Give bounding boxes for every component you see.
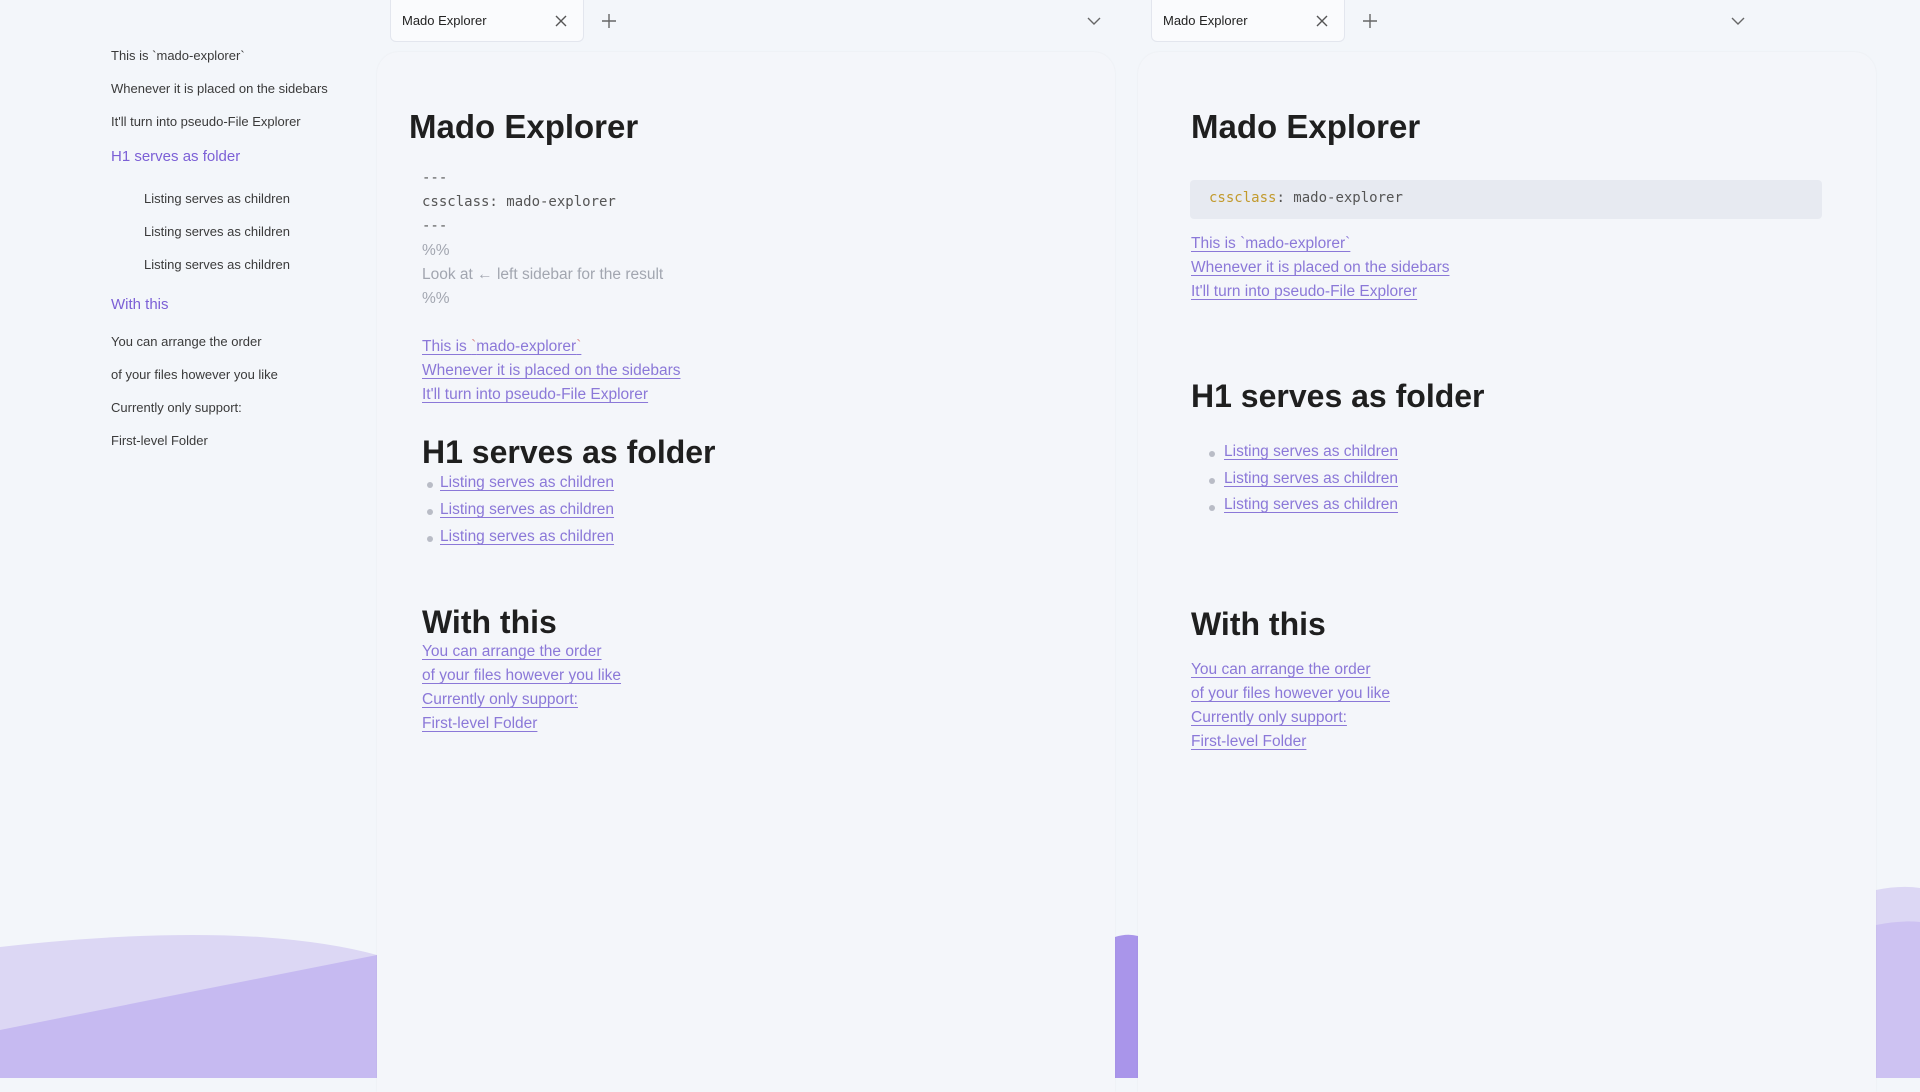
with-link[interactable]: First-level Folder [1191, 733, 1306, 750]
intro-link[interactable]: It'll turn into pseudo-File Explorer [1191, 283, 1417, 300]
code-key: cssclass [1209, 190, 1277, 206]
with-link[interactable]: First-level Folder [422, 715, 537, 732]
comment-line[interactable]: %% [422, 242, 450, 260]
comment-line[interactable]: Look at ← left sidebar for the result [422, 266, 663, 284]
code-value: mado-explorer [1293, 190, 1403, 206]
outline-item[interactable]: of your files however you like [111, 367, 278, 382]
intro-link[interactable]: Whenever it is placed on the sidebars [1191, 259, 1449, 276]
outline-item[interactable]: This is `mado-explorer` [111, 48, 245, 63]
bullet-icon [427, 536, 433, 542]
frontmatter-line[interactable]: cssclass: mado-explorer [422, 194, 616, 210]
bullet-icon [1209, 478, 1215, 484]
close-icon[interactable] [553, 13, 569, 29]
comment-line[interactable]: %% [422, 290, 450, 308]
outline-item[interactable]: First-level Folder [111, 433, 208, 448]
bullet-icon [1209, 505, 1215, 511]
with-link[interactable]: of your files however you like [422, 667, 621, 684]
intro-link[interactable]: This is `mado-explorer` [422, 338, 581, 356]
child-link[interactable]: Listing serves as children [440, 528, 614, 545]
editor-pane[interactable]: Mado Explorer --- cssclass: mado-explore… [377, 52, 1115, 1092]
bullet-icon [1209, 451, 1215, 457]
backtick: ` [576, 338, 582, 355]
preview-pane[interactable]: Mado Explorer cssclass: mado-explorer Th… [1138, 52, 1876, 1092]
outline-heading[interactable]: With this [111, 296, 169, 313]
outline-item[interactable]: You can arrange the order [111, 334, 262, 349]
folder-heading: H1 serves as folder [1191, 378, 1485, 414]
tab-mado-explorer-right[interactable]: Mado Explorer [1151, 0, 1345, 42]
with-heading[interactable]: With this [422, 604, 557, 641]
code-sep: : [1276, 190, 1294, 206]
outline-child-item[interactable]: Listing serves as children [144, 191, 290, 206]
outline-item[interactable]: Currently only support: [111, 400, 242, 415]
with-link[interactable]: Currently only support: [1191, 709, 1347, 726]
outline-item[interactable]: Whenever it is placed on the sidebars [111, 81, 328, 96]
intro-link-text[interactable]: This is `mado-explorer` [422, 338, 581, 355]
child-link[interactable]: Listing serves as children [440, 474, 614, 491]
child-link[interactable]: Listing serves as children [1224, 470, 1398, 487]
note-title: Mado Explorer [1191, 108, 1421, 145]
tab-title: Mado Explorer [1163, 13, 1248, 28]
code-block[interactable]: cssclass: mado-explorer [1190, 180, 1822, 219]
link-prefix: This is [422, 338, 472, 355]
frontmatter-line[interactable]: --- [422, 170, 447, 186]
tab-mado-explorer-left[interactable]: Mado Explorer [390, 0, 584, 42]
intro-link[interactable]: Whenever it is placed on the sidebars [422, 362, 680, 379]
wave-right-mid [1876, 921, 1920, 1078]
frontmatter-line[interactable]: --- [422, 218, 447, 234]
chevron-down-icon[interactable] [1086, 14, 1102, 28]
intro-link[interactable]: This is `mado-explorer` [1191, 235, 1350, 252]
outline-child-item[interactable]: Listing serves as children [144, 224, 290, 239]
wave-gap-dark [1115, 934, 1138, 1078]
chevron-down-icon[interactable] [1730, 14, 1746, 28]
tab-title: Mado Explorer [402, 13, 487, 28]
close-icon[interactable] [1314, 13, 1330, 29]
with-heading: With this [1191, 606, 1326, 642]
link-code: mado-explorer [476, 338, 577, 355]
outline-heading[interactable]: H1 serves as folder [111, 148, 240, 165]
note-title[interactable]: Mado Explorer [409, 108, 638, 146]
plus-icon[interactable] [600, 12, 618, 30]
with-link[interactable]: You can arrange the order [1191, 661, 1371, 678]
child-link[interactable]: Listing serves as children [1224, 496, 1398, 513]
child-link[interactable]: Listing serves as children [440, 501, 614, 518]
outline-child-item[interactable]: Listing serves as children [144, 257, 290, 272]
intro-link[interactable]: It'll turn into pseudo-File Explorer [422, 386, 648, 403]
outline-item[interactable]: It'll turn into pseudo-File Explorer [111, 114, 301, 129]
bullet-icon [427, 482, 433, 488]
folder-heading[interactable]: H1 serves as folder [422, 434, 716, 471]
child-link[interactable]: Listing serves as children [1224, 443, 1398, 460]
bullet-icon [427, 509, 433, 515]
plus-icon[interactable] [1361, 12, 1379, 30]
with-link[interactable]: You can arrange the order [422, 643, 602, 660]
with-link[interactable]: of your files however you like [1191, 685, 1390, 702]
with-link[interactable]: Currently only support: [422, 691, 578, 708]
